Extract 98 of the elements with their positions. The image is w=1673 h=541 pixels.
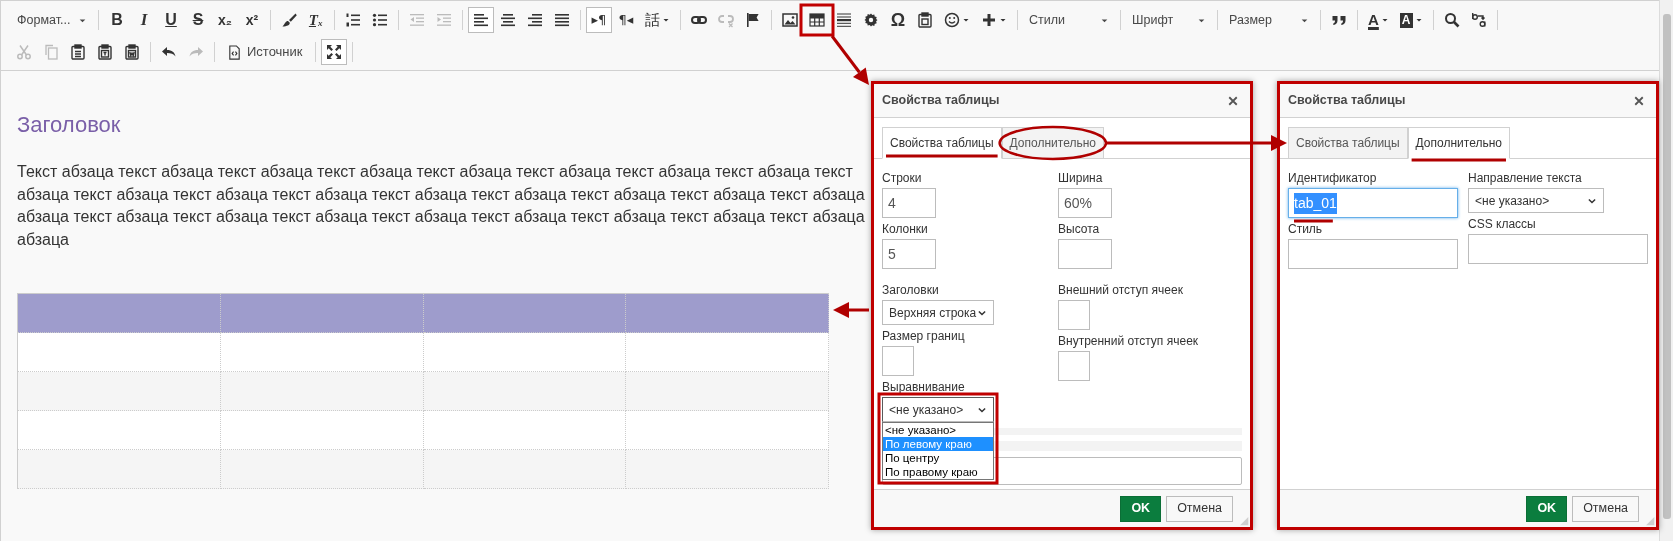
cancel-button[interactable]: Отмена <box>1572 495 1639 522</box>
toolbar-button[interactable]: B <box>104 7 130 33</box>
align-right-icon <box>527 12 543 28</box>
cancel-button[interactable]: Отмена <box>1166 495 1233 522</box>
numbered-list-icon <box>345 12 361 28</box>
replace-icon <box>1470 12 1487 28</box>
dropdown-option[interactable]: По правому краю <box>883 465 993 479</box>
toolbar-button[interactable]: U <box>158 7 184 33</box>
tab[interactable]: Дополнительно <box>1407 127 1510 159</box>
dropdown-button[interactable]: Размер <box>1223 7 1315 33</box>
field-label: Идентификатор <box>1288 171 1378 186</box>
field-label: Выравнивание <box>882 380 966 395</box>
align-center-icon <box>500 12 516 28</box>
paste-icon <box>70 44 86 60</box>
field-label: Заголовки <box>882 283 940 298</box>
flag-icon <box>745 12 761 28</box>
toolbar-button[interactable]: 話 <box>640 7 675 33</box>
input-field[interactable] <box>1058 300 1090 330</box>
brush-icon <box>281 12 297 28</box>
dropdown-button[interactable]: Формат... <box>11 7 93 33</box>
outdent-icon <box>409 12 425 28</box>
ok-button[interactable]: OK <box>1526 495 1568 522</box>
field-label: Колонки <box>882 222 929 237</box>
input-field[interactable]: 5 <box>882 239 936 269</box>
toolbar-button[interactable]: x₂ <box>212 7 238 33</box>
scrollbar[interactable] <box>1659 0 1673 541</box>
toolbar-button[interactable]: A <box>1363 7 1394 33</box>
input-field[interactable] <box>882 346 914 376</box>
toolbar-button[interactable]: Tₓ <box>303 7 329 33</box>
toolbar-button[interactable]: ¶◂ <box>613 7 639 33</box>
bullet-list-icon <box>372 12 388 28</box>
field-label: Внутренний отступ ячеек <box>1058 334 1200 349</box>
table-icon <box>809 12 825 28</box>
annotation-arrow <box>833 302 869 318</box>
caret-icon <box>1414 16 1423 24</box>
cut-icon <box>16 44 32 60</box>
heading: Заголовок <box>17 111 122 139</box>
dropdown-option[interactable]: По центру <box>883 451 993 465</box>
input-field[interactable]: 4 <box>882 188 936 218</box>
toolbar-button[interactable] <box>320 39 347 65</box>
paste-text-icon <box>97 44 113 60</box>
toolbar-button[interactable]: x² <box>239 7 265 33</box>
toolbar-button[interactable]: S <box>185 7 211 33</box>
field-label: Внешний отступ ячеек <box>1058 283 1184 298</box>
highlight-box <box>799 3 835 37</box>
toolbar-button[interactable]: Ω <box>885 7 911 33</box>
field-label: Высота <box>1058 222 1101 237</box>
unlink-icon <box>718 12 734 28</box>
scrollbar-thumb[interactable] <box>1662 14 1671 519</box>
paragraph-text: Текст абзаца текст абзаца текст абзаца текст абзаца текст абзаца текст абзаца текст абзаца текст абзаца текст абзаца текст абзаца текст абзаца текст абзаца текст абзаца текст абзаца текст абзаца текст абзаца текст абзаца абзаца текст абзаца текст абзаца текст абзаца текст абзаца текст абзаца текст абзаца текст абзаца текст абзаца абзаца <box>17 162 865 250</box>
tab[interactable]: Свойства таблицы <box>1288 127 1408 159</box>
select-field[interactable]: <не указано> <box>1468 188 1604 213</box>
field-label: Стиль <box>1288 222 1324 237</box>
ok-button[interactable]: OK <box>1120 495 1162 522</box>
clipboard-icon <box>917 12 933 28</box>
indent-icon <box>436 12 452 28</box>
select-field[interactable]: <не указано> <box>882 397 994 422</box>
smiley-icon <box>944 12 960 28</box>
toolbar-button[interactable] <box>468 7 494 33</box>
close-icon <box>1633 94 1645 107</box>
toolbar-button[interactable]: Источник <box>220 39 310 65</box>
annotation-arrow <box>830 35 869 85</box>
gear-icon <box>863 12 879 28</box>
toolbar-button[interactable]: A <box>1394 7 1428 33</box>
justify-icon <box>554 12 570 28</box>
field-label: CSS классы <box>1468 217 1537 232</box>
toolbar-button[interactable]: ▸¶ <box>586 7 612 33</box>
input-field[interactable] <box>1058 239 1112 269</box>
field-label: Строки <box>882 171 923 186</box>
caret-icon <box>999 16 1007 24</box>
caret-icon <box>662 16 670 24</box>
dropdown-option[interactable]: <не указано> <box>883 423 993 437</box>
field-label: Размер границ <box>882 329 966 344</box>
input-field[interactable] <box>1468 234 1648 264</box>
annotation-underline <box>1294 219 1333 223</box>
field-label: Направление текста <box>1468 171 1583 186</box>
dialog-title: Свойства таблицы <box>882 92 1000 110</box>
field-label: Ширина <box>1058 171 1104 186</box>
align-left-icon <box>473 12 489 28</box>
caret-icon <box>962 16 970 24</box>
image-icon <box>782 12 798 28</box>
search-icon <box>1443 12 1460 28</box>
input-field[interactable] <box>1288 239 1458 269</box>
toolbar-button[interactable]: I <box>131 7 157 33</box>
plus-icon <box>981 12 997 28</box>
input-field[interactable] <box>1058 351 1090 381</box>
dialog-title: Свойства таблицы <box>1288 92 1406 110</box>
dropdown-button[interactable]: Стили <box>1023 7 1115 33</box>
select-field[interactable]: Верхняя строка <box>882 300 994 325</box>
close-icon <box>1227 94 1239 107</box>
clipboard-icon <box>124 44 140 60</box>
maximize-icon <box>325 44 342 60</box>
horizontal-line-icon <box>836 12 852 28</box>
input-field[interactable]: 60% <box>1058 188 1112 218</box>
caret-icon <box>1380 16 1389 24</box>
copy-icon <box>43 44 59 60</box>
dropdown-button[interactable]: Шрифт <box>1126 7 1212 33</box>
document-icon <box>227 44 242 60</box>
